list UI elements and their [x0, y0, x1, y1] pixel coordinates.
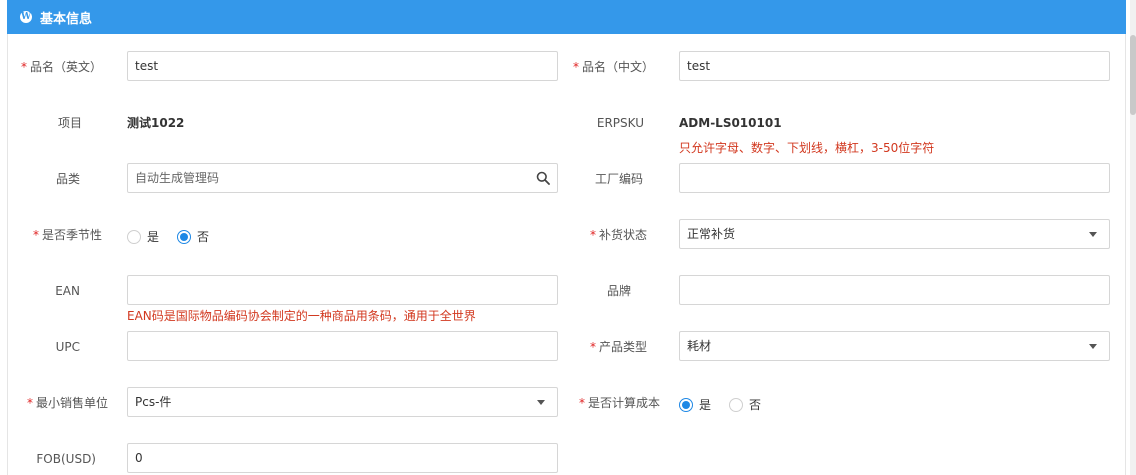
seasonal-label: * 是否季节性: [32, 228, 102, 242]
search-icon[interactable]: [536, 171, 550, 185]
calc-cost-no-radio[interactable]: [729, 397, 744, 412]
min-sale-unit-value: Pcs-件: [135, 395, 172, 409]
upc-input[interactable]: [127, 331, 558, 361]
upc-label: UPC: [55, 340, 80, 354]
section-header: W 基本信息: [7, 0, 1126, 34]
name-cn-input[interactable]: [679, 51, 1110, 81]
calc-cost-no-label[interactable]: 否: [749, 396, 761, 413]
scrollbar-thumb[interactable]: [1130, 35, 1136, 115]
category-label: 品类: [55, 172, 80, 186]
caret-down-icon: [1089, 344, 1097, 349]
seasonal-yes-radio[interactable]: [127, 229, 141, 244]
erpsku-hint: 只允许字母、数字、下划线，横杠，3-50位字符: [679, 141, 935, 155]
brand-label: 品牌: [606, 284, 631, 298]
seasonal-radio-group[interactable]: 是 否: [127, 228, 227, 245]
category-input[interactable]: [127, 163, 558, 193]
caret-down-icon: [1089, 232, 1097, 237]
seasonal-no-label[interactable]: 否: [197, 228, 209, 245]
restock-status-label: * 补货状态: [589, 228, 647, 242]
product-type-select[interactable]: 耗材: [679, 331, 1110, 361]
factory-code-input[interactable]: [679, 163, 1110, 193]
calc-cost-label: * 是否计算成本: [578, 396, 660, 410]
fob-label: FOB(USD): [36, 452, 96, 466]
project-label: 项目: [57, 116, 82, 130]
ean-hint: EAN码是国际物品编码协会制定的一种商品用条码，通用于全世界: [127, 309, 476, 323]
factory-code-label: 工厂编码: [594, 172, 643, 186]
calc-cost-yes-radio[interactable]: [679, 397, 693, 412]
name-cn-label: * 品名（中文）: [572, 60, 654, 74]
erpsku-value: ADM-LS010101: [679, 116, 782, 130]
seasonal-yes-label[interactable]: 是: [147, 228, 159, 245]
calc-cost-radio-group[interactable]: 是 否: [679, 396, 779, 413]
panel-border: [1125, 34, 1126, 475]
fob-input[interactable]: [127, 443, 558, 473]
ean-input[interactable]: [127, 275, 558, 305]
product-type-label: * 产品类型: [589, 340, 647, 354]
restock-status-select[interactable]: 正常补货: [679, 219, 1110, 249]
category-field[interactable]: [127, 163, 558, 193]
min-sale-unit-select[interactable]: Pcs-件: [127, 387, 558, 417]
panel-border: [7, 34, 8, 475]
calc-cost-yes-label[interactable]: 是: [699, 396, 711, 413]
product-type-value: 耗材: [687, 339, 712, 353]
section-title: 基本信息: [40, 11, 93, 27]
restock-status-value: 正常补货: [687, 227, 736, 241]
wordpress-icon: W: [20, 11, 32, 23]
seasonal-no-radio[interactable]: [177, 229, 192, 244]
name-en-label: * 品名（英文）: [20, 60, 102, 74]
caret-down-icon: [537, 400, 545, 405]
name-en-input[interactable]: [127, 51, 558, 81]
erpsku-label: ERPSKU: [596, 116, 644, 130]
min-sale-unit-label: * 最小销售单位: [26, 396, 108, 410]
ean-label: EAN: [55, 284, 80, 298]
scrollbar[interactable]: [1130, 0, 1136, 475]
brand-input[interactable]: [679, 275, 1110, 305]
project-value: 测试1022: [127, 116, 185, 130]
